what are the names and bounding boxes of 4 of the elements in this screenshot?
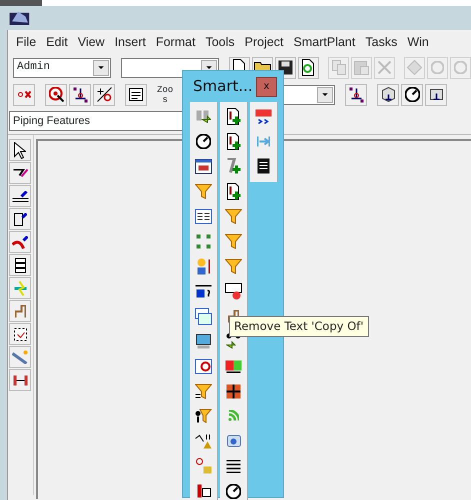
zoom-label: Zoo <box>157 84 174 94</box>
zoom-label: s <box>162 94 168 104</box>
tooltip: Remove Text 'Copy Of' <box>229 316 368 338</box>
palette-title: Smart... <box>193 76 253 98</box>
